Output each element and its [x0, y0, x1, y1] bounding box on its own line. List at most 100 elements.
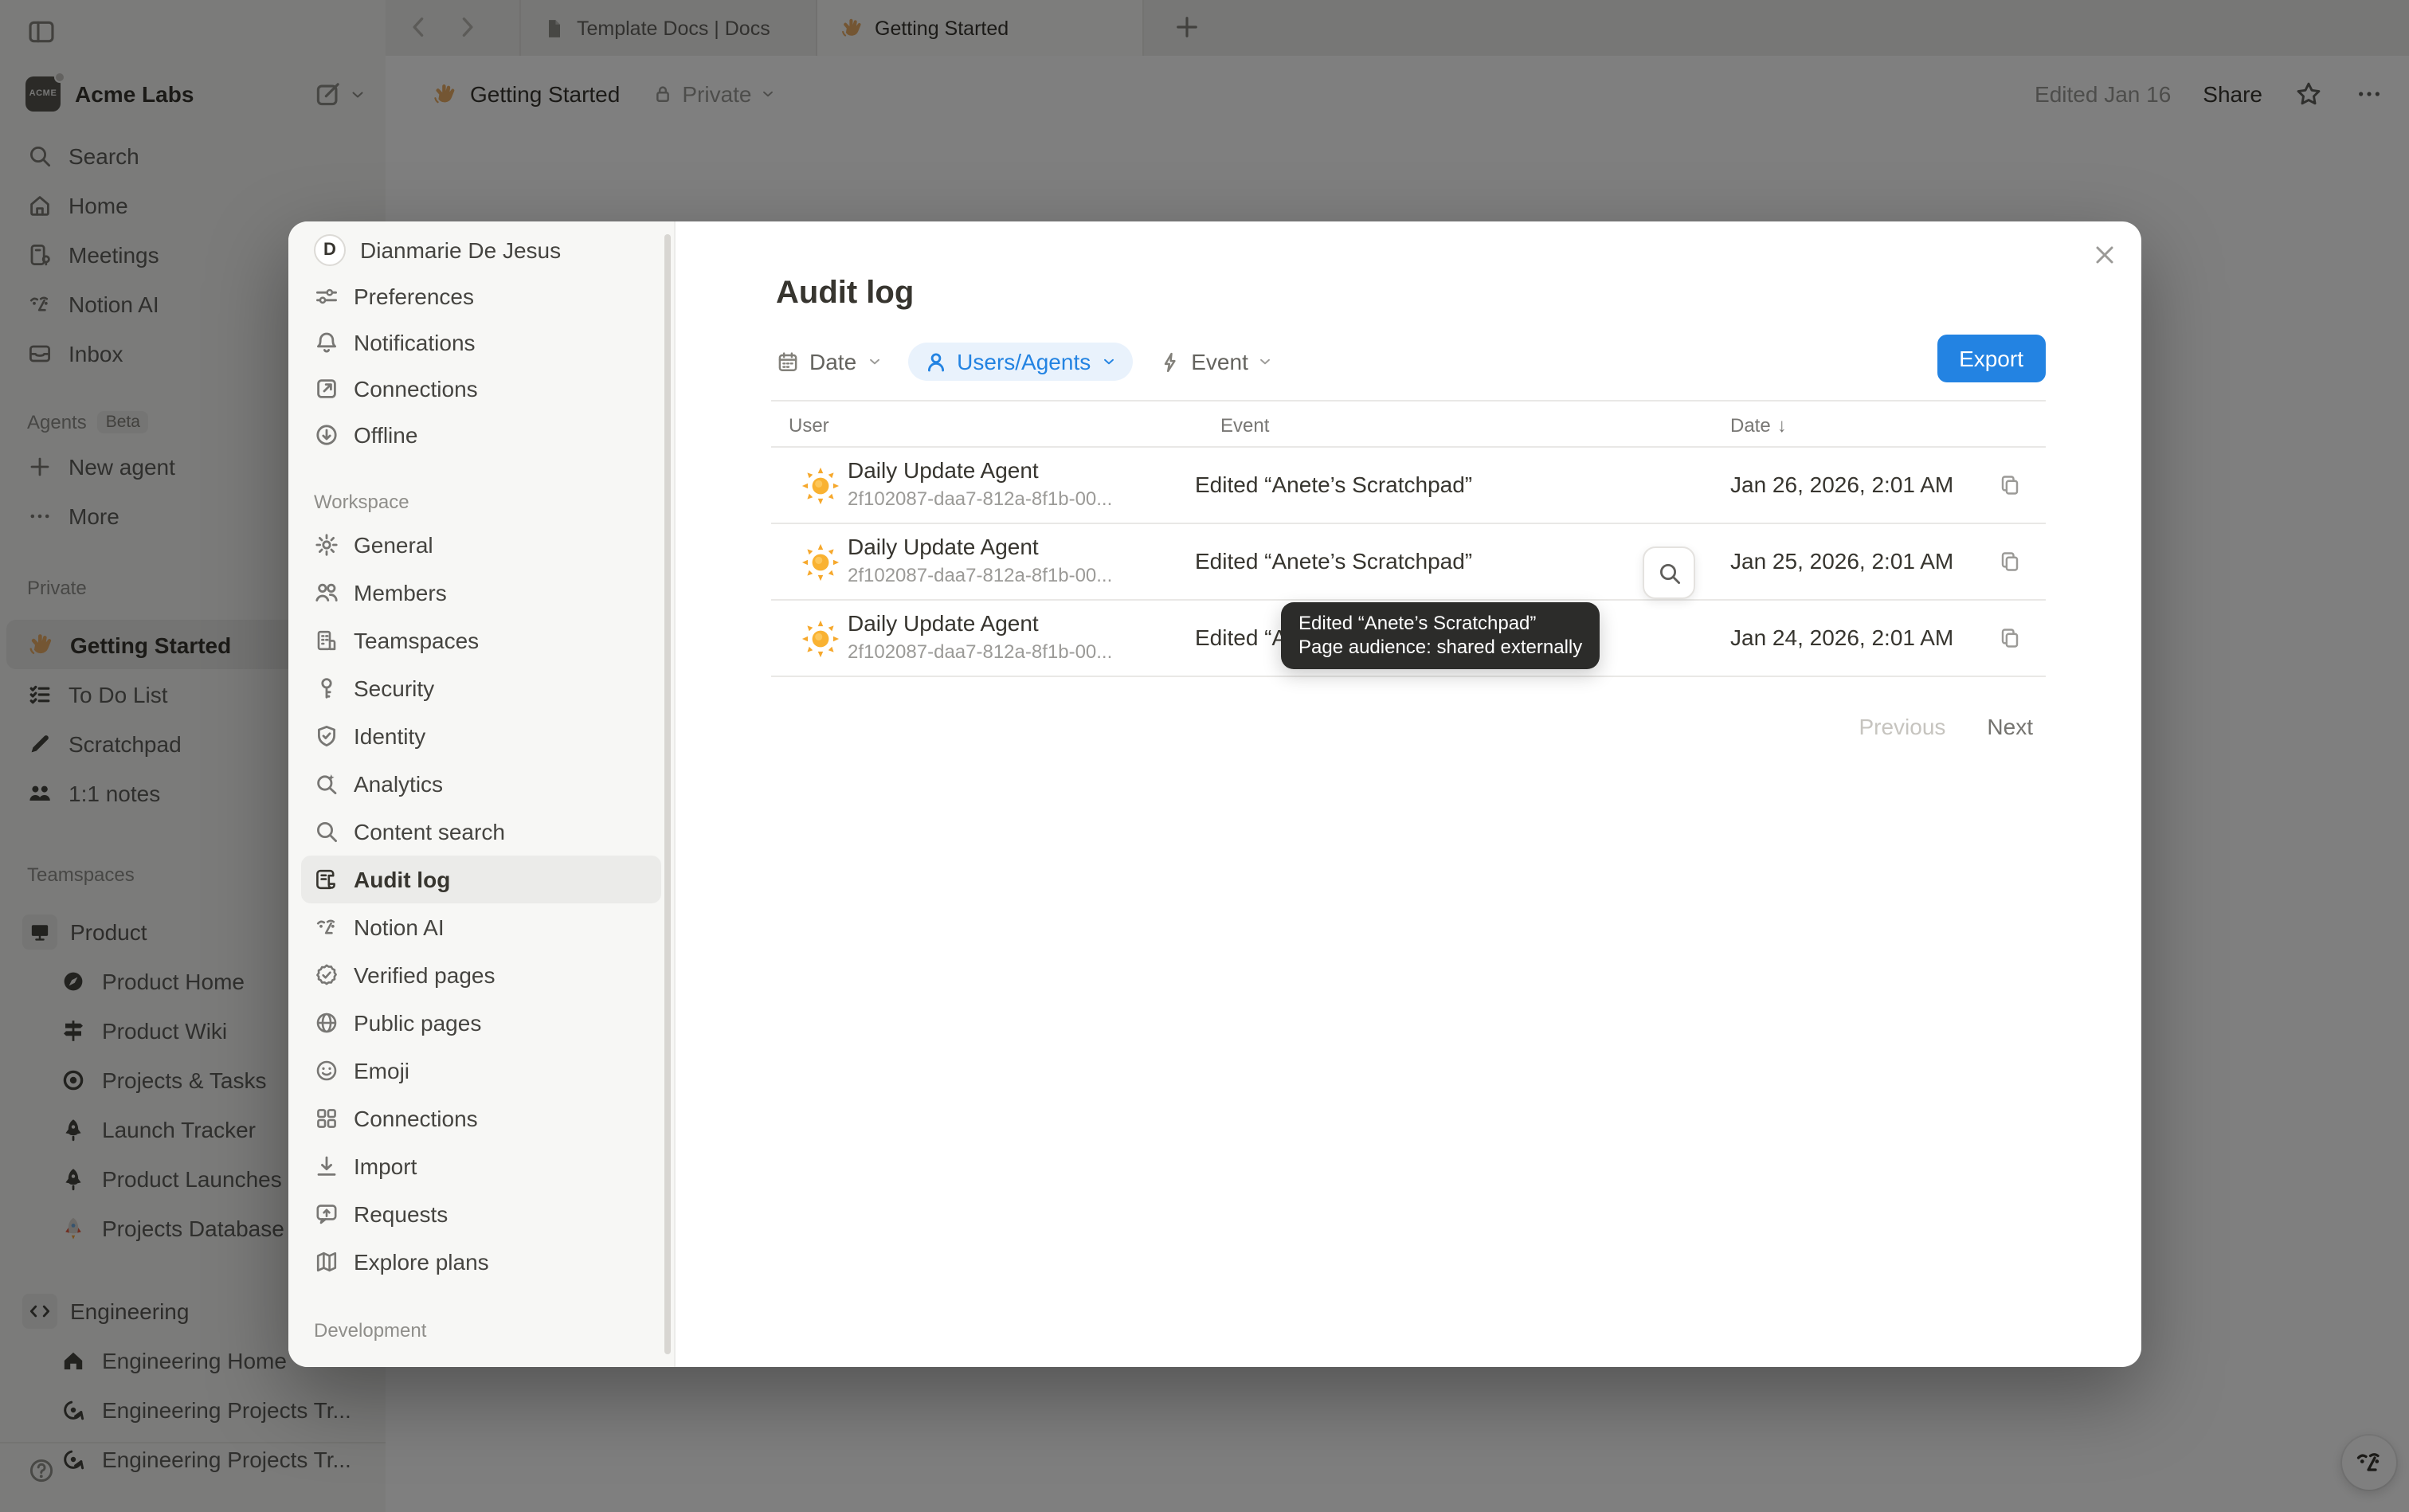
table-row[interactable]: Daily Update Agent 2f102087-daa7-812a-8f… [771, 448, 2046, 524]
agent-name: Daily Update Agent [848, 534, 1039, 559]
filter-event[interactable]: Event [1157, 349, 1274, 374]
nav-item-label: General [354, 532, 433, 558]
sliders-icon [314, 283, 339, 308]
chevron-down-icon [1258, 354, 1274, 370]
verified-badge-icon [314, 962, 339, 988]
close-icon[interactable] [2092, 242, 2117, 268]
bell-icon [314, 329, 339, 354]
settings-nav-scrollbar[interactable] [664, 234, 671, 1354]
settings-nav-members[interactable]: Members [301, 569, 661, 617]
grid-icon [314, 1106, 339, 1131]
settings-nav-identity[interactable]: Identity [301, 712, 661, 760]
settings-nav-section-development: Development [301, 1311, 661, 1349]
copy-icon[interactable] [1998, 550, 2022, 574]
nav-item-label: Security [354, 676, 434, 701]
settings-nav-teamspaces[interactable]: Teamspaces [301, 617, 661, 664]
settings-nav-public-pages[interactable]: Public pages [301, 999, 661, 1047]
nav-item-label: Members [354, 580, 447, 605]
settings-nav-audit-log[interactable]: Audit log [301, 856, 661, 903]
agent-id: 2f102087-daa7-812a-8f1b-00... [848, 640, 1112, 663]
column-header-user[interactable]: User [789, 402, 829, 449]
scroll-icon [314, 867, 339, 892]
smiley-icon [314, 1058, 339, 1083]
bolt-icon [1157, 350, 1181, 374]
agent-id: 2f102087-daa7-812a-8f1b-00... [848, 488, 1112, 510]
tooltip-line-1: Edited “Anete’s Scratchpad” [1299, 612, 1582, 636]
settings-nav-notion-ai[interactable]: Notion AI [301, 903, 661, 951]
nav-item-label: Emoji [354, 1058, 409, 1083]
search-icon [314, 819, 339, 844]
filter-date[interactable]: Date [776, 349, 882, 374]
column-header-date[interactable]: Date ↓ [1730, 402, 1787, 449]
notion-ai-face-icon [314, 915, 339, 940]
copy-icon[interactable] [1998, 626, 2022, 650]
pagination: Previous Next [1859, 714, 2033, 739]
event-date: Jan 25, 2026, 2:01 AM [1730, 548, 1953, 574]
nav-item-label: Preferences [354, 283, 474, 308]
sun-agent-avatar [800, 465, 841, 507]
tooltip-line-2: Page audience: shared externally [1299, 636, 1582, 660]
nav-item-label: Notion AI [354, 915, 445, 940]
table-header-row: User Event Date ↓ [771, 400, 2046, 448]
settings-nav-security[interactable]: Security [301, 664, 661, 712]
download-circle-icon [314, 421, 339, 447]
filter-label: Users/Agents [957, 349, 1091, 374]
table-row[interactable]: Daily Update Agent 2f102087-daa7-812a-8f… [771, 524, 2046, 601]
settings-nav-requests[interactable]: Requests [301, 1190, 661, 1238]
settings-nav-section-workspace: Workspace [301, 483, 661, 521]
nav-item-label: Offline [354, 421, 417, 447]
key-icon [314, 676, 339, 701]
avatar: D [314, 233, 346, 265]
settings-modal: D Dianmarie De Jesus Preferences Notific… [288, 221, 2141, 1367]
chevron-down-icon [866, 354, 882, 370]
settings-nav-import[interactable]: Import [301, 1142, 661, 1190]
nav-item-label: Content search [354, 819, 505, 844]
request-bubble-icon [314, 1201, 339, 1227]
filter-label: Date [809, 349, 856, 374]
nav-item-label: Connections [354, 375, 478, 401]
export-button[interactable]: Export [1937, 335, 2046, 382]
event-date: Jan 26, 2026, 2:01 AM [1730, 472, 1953, 497]
nav-item-label: Identity [354, 723, 425, 749]
building-icon [314, 628, 339, 653]
settings-nav-account[interactable]: D Dianmarie De Jesus [301, 226, 661, 272]
column-header-event[interactable]: Event [1220, 402, 1269, 449]
sun-agent-avatar [800, 618, 841, 660]
settings-nav-explore-plans[interactable]: Explore plans [301, 1238, 661, 1286]
settings-nav-content-search[interactable]: Content search [301, 808, 661, 856]
settings-nav-analytics[interactable]: Analytics [301, 760, 661, 808]
row-inspect-button[interactable] [1643, 546, 1695, 599]
filter-bar: Date Users/Agents Event [776, 338, 1274, 386]
nav-item-label: Teamspaces [354, 628, 479, 653]
gear-icon [314, 532, 339, 558]
event-date: Jan 24, 2026, 2:01 AM [1730, 625, 1953, 650]
external-link-icon [314, 375, 339, 401]
event-description: Edited “Anete’s Scratchpad” [1195, 472, 1472, 497]
previous-page-button[interactable]: Previous [1859, 714, 1945, 739]
settings-nav: D Dianmarie De Jesus Preferences Notific… [288, 221, 676, 1367]
nav-item-label: Audit log [354, 867, 450, 892]
members-icon [314, 580, 339, 605]
magnifier-sparkle-icon [314, 771, 339, 797]
settings-nav-connections-workspace[interactable]: Connections [301, 1095, 661, 1142]
map-icon [314, 1249, 339, 1275]
next-page-button[interactable]: Next [1987, 714, 2033, 739]
screen: ACME Acme Labs Search Home Meetings Noti… [0, 0, 2409, 1512]
sort-descending-indicator: ↓ [1777, 414, 1787, 437]
agent-name: Daily Update Agent [848, 457, 1039, 483]
settings-nav-offline[interactable]: Offline [301, 411, 661, 457]
filter-users-agents[interactable]: Users/Agents [907, 343, 1132, 381]
nav-item-label: Connections [354, 1106, 478, 1131]
settings-nav-general[interactable]: General [301, 521, 661, 569]
copy-icon[interactable] [1998, 473, 2022, 497]
settings-nav-verified-pages[interactable]: Verified pages [301, 951, 661, 999]
settings-nav-emoji[interactable]: Emoji [301, 1047, 661, 1095]
settings-nav-connections[interactable]: Connections [301, 365, 661, 411]
account-name: Dianmarie De Jesus [360, 237, 561, 262]
agent-name: Daily Update Agent [848, 610, 1039, 636]
import-icon [314, 1154, 339, 1179]
settings-nav-notifications[interactable]: Notifications [301, 319, 661, 365]
settings-nav-preferences[interactable]: Preferences [301, 272, 661, 319]
person-icon [923, 350, 947, 374]
nav-item-label: Explore plans [354, 1249, 489, 1275]
